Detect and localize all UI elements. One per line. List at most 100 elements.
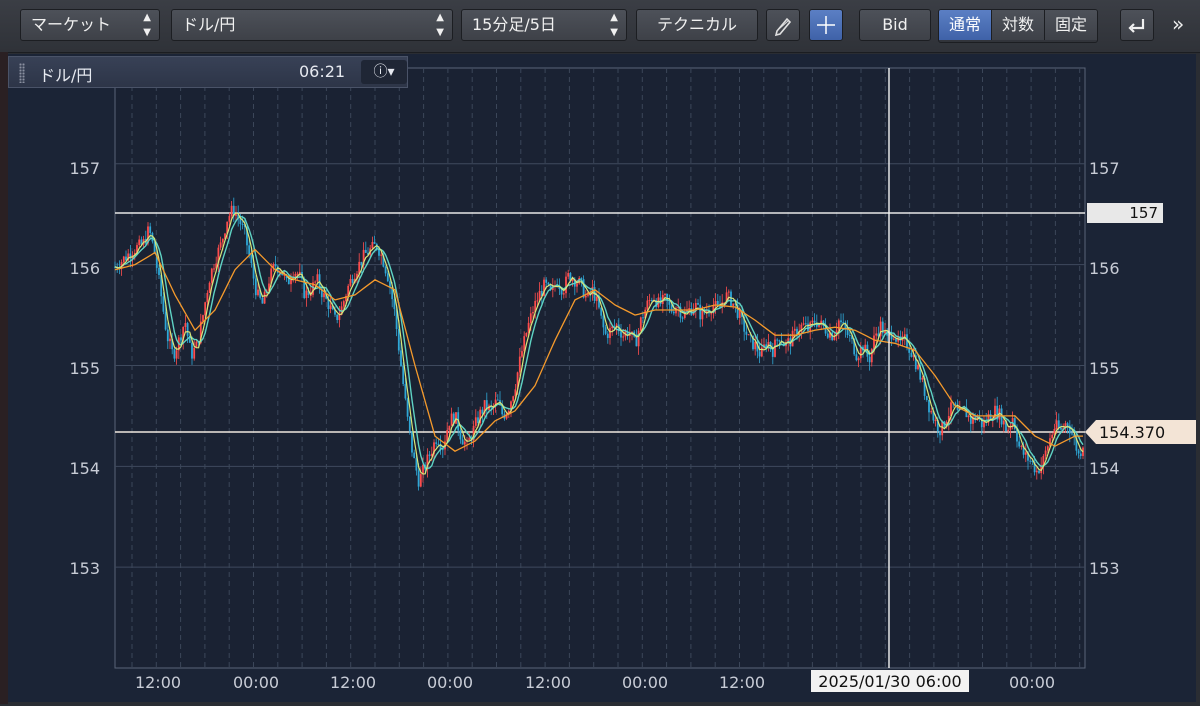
candle-body: [873, 335, 875, 349]
y-tick-label: 155: [1089, 359, 1120, 378]
candle-body: [1035, 470, 1038, 473]
market-select[interactable]: マーケット ▲ ▼: [20, 9, 160, 41]
candle-body: [635, 336, 638, 347]
candle-body: [1024, 452, 1027, 455]
candle-body: [402, 366, 405, 385]
candle-body: [419, 474, 422, 487]
candle-body: [939, 431, 941, 436]
scale-mode-log[interactable]: 対数: [991, 10, 1045, 40]
candle-body: [1055, 420, 1058, 430]
y-tick-label: 155: [69, 359, 100, 378]
candle-body: [776, 339, 779, 341]
plus-icon: [817, 16, 835, 34]
candle-body: [1060, 427, 1062, 430]
draw-tool-button[interactable]: [766, 9, 800, 41]
candle-body: [400, 350, 402, 367]
undo-icon: [1128, 19, 1145, 33]
crosshair-button[interactable]: [809, 9, 843, 41]
candle-body: [848, 335, 851, 337]
candle-body: [701, 309, 704, 320]
candle-body: [397, 328, 400, 351]
candle-body: [699, 304, 702, 320]
candle-body: [290, 279, 292, 285]
candle-body: [221, 238, 224, 243]
candle-body: [459, 430, 462, 440]
candle-body: [529, 313, 532, 323]
candle-body: [477, 417, 479, 424]
candle-body: [855, 354, 858, 361]
chart-area[interactable]: 157 156 155 154 153 157 156 155 154 153 …: [8, 54, 1198, 702]
candle-body: [567, 273, 570, 277]
period-select[interactable]: 15分足/5日 ▲ ▼: [461, 9, 627, 41]
candle-body: [842, 322, 845, 324]
candle-body: [681, 317, 684, 319]
candle-body: [868, 356, 871, 363]
x-tick-label: 00:00: [233, 673, 279, 692]
candle-body: [329, 305, 332, 310]
y-tick-label: 156: [1089, 259, 1120, 278]
candle-body: [576, 283, 578, 287]
drag-handle[interactable]: [19, 63, 25, 83]
x-tick-label: 00:00: [1009, 673, 1055, 692]
candle-body: [747, 334, 750, 336]
technical-button[interactable]: テクニカル: [636, 9, 758, 41]
candle-body: [235, 214, 237, 216]
candle-body: [166, 329, 169, 342]
candle-body: [545, 279, 548, 283]
info-menu-button[interactable]: ⓘ▾: [361, 60, 407, 84]
candle-body: [305, 290, 308, 299]
candle-body: [857, 358, 860, 361]
candle-body: [602, 315, 605, 328]
candle-body: [646, 300, 649, 310]
candle-body: [360, 261, 363, 266]
candle-body: [228, 216, 231, 222]
candle-body: [191, 342, 193, 359]
candle-body: [1044, 450, 1047, 456]
y-tick-label: 153: [69, 559, 100, 578]
candle-body: [248, 245, 251, 255]
x-tick-label: 12:00: [525, 673, 571, 692]
candle-body: [169, 338, 171, 342]
candle-body: [892, 338, 895, 340]
price-chart[interactable]: 157 156 155 154 153 157 156 155 154 153 …: [8, 54, 1198, 702]
scale-mode-fixed[interactable]: 固定: [1044, 10, 1098, 40]
x-tick-label: 00:00: [622, 673, 668, 692]
candle-body: [164, 311, 167, 330]
candle-body: [162, 296, 165, 312]
symbol-select[interactable]: ドル/円 ▲ ▼: [171, 9, 453, 41]
candle-body: [1079, 453, 1082, 456]
double-chevron-right-icon[interactable]: »: [1172, 12, 1184, 36]
candle-body: [1020, 445, 1023, 447]
chart-info-panel: ドル/円 06:21 ⓘ▾: [8, 56, 408, 88]
candle-body: [895, 338, 897, 342]
candle-body: [180, 337, 182, 341]
candle-body: [184, 323, 187, 327]
bid-button[interactable]: Bid: [859, 9, 931, 41]
candle-body: [934, 419, 937, 421]
pencil-icon: [774, 17, 792, 37]
candle-body: [1029, 460, 1032, 462]
scale-mode-normal[interactable]: 通常: [939, 10, 992, 40]
candle-body: [351, 279, 354, 283]
candle-body: [774, 339, 776, 357]
candle-body: [639, 317, 642, 331]
candle-body: [1057, 420, 1060, 428]
candle-body: [364, 249, 367, 253]
candle-body: [404, 384, 407, 399]
candle-body: [811, 320, 814, 323]
candle-body: [413, 452, 416, 459]
candle-body: [208, 282, 211, 293]
undo-button[interactable]: [1120, 9, 1154, 41]
candle-body: [274, 264, 277, 267]
candle-body: [642, 317, 644, 319]
candle-body: [565, 276, 567, 294]
candle-body: [793, 328, 796, 331]
candle-body: [604, 327, 607, 334]
candle-body: [525, 332, 528, 337]
candle-body: [650, 299, 653, 301]
candle-body: [336, 314, 339, 321]
candle-body: [813, 320, 816, 323]
candle-body: [213, 268, 215, 270]
candle-body: [512, 396, 515, 402]
candle-body: [257, 289, 259, 296]
